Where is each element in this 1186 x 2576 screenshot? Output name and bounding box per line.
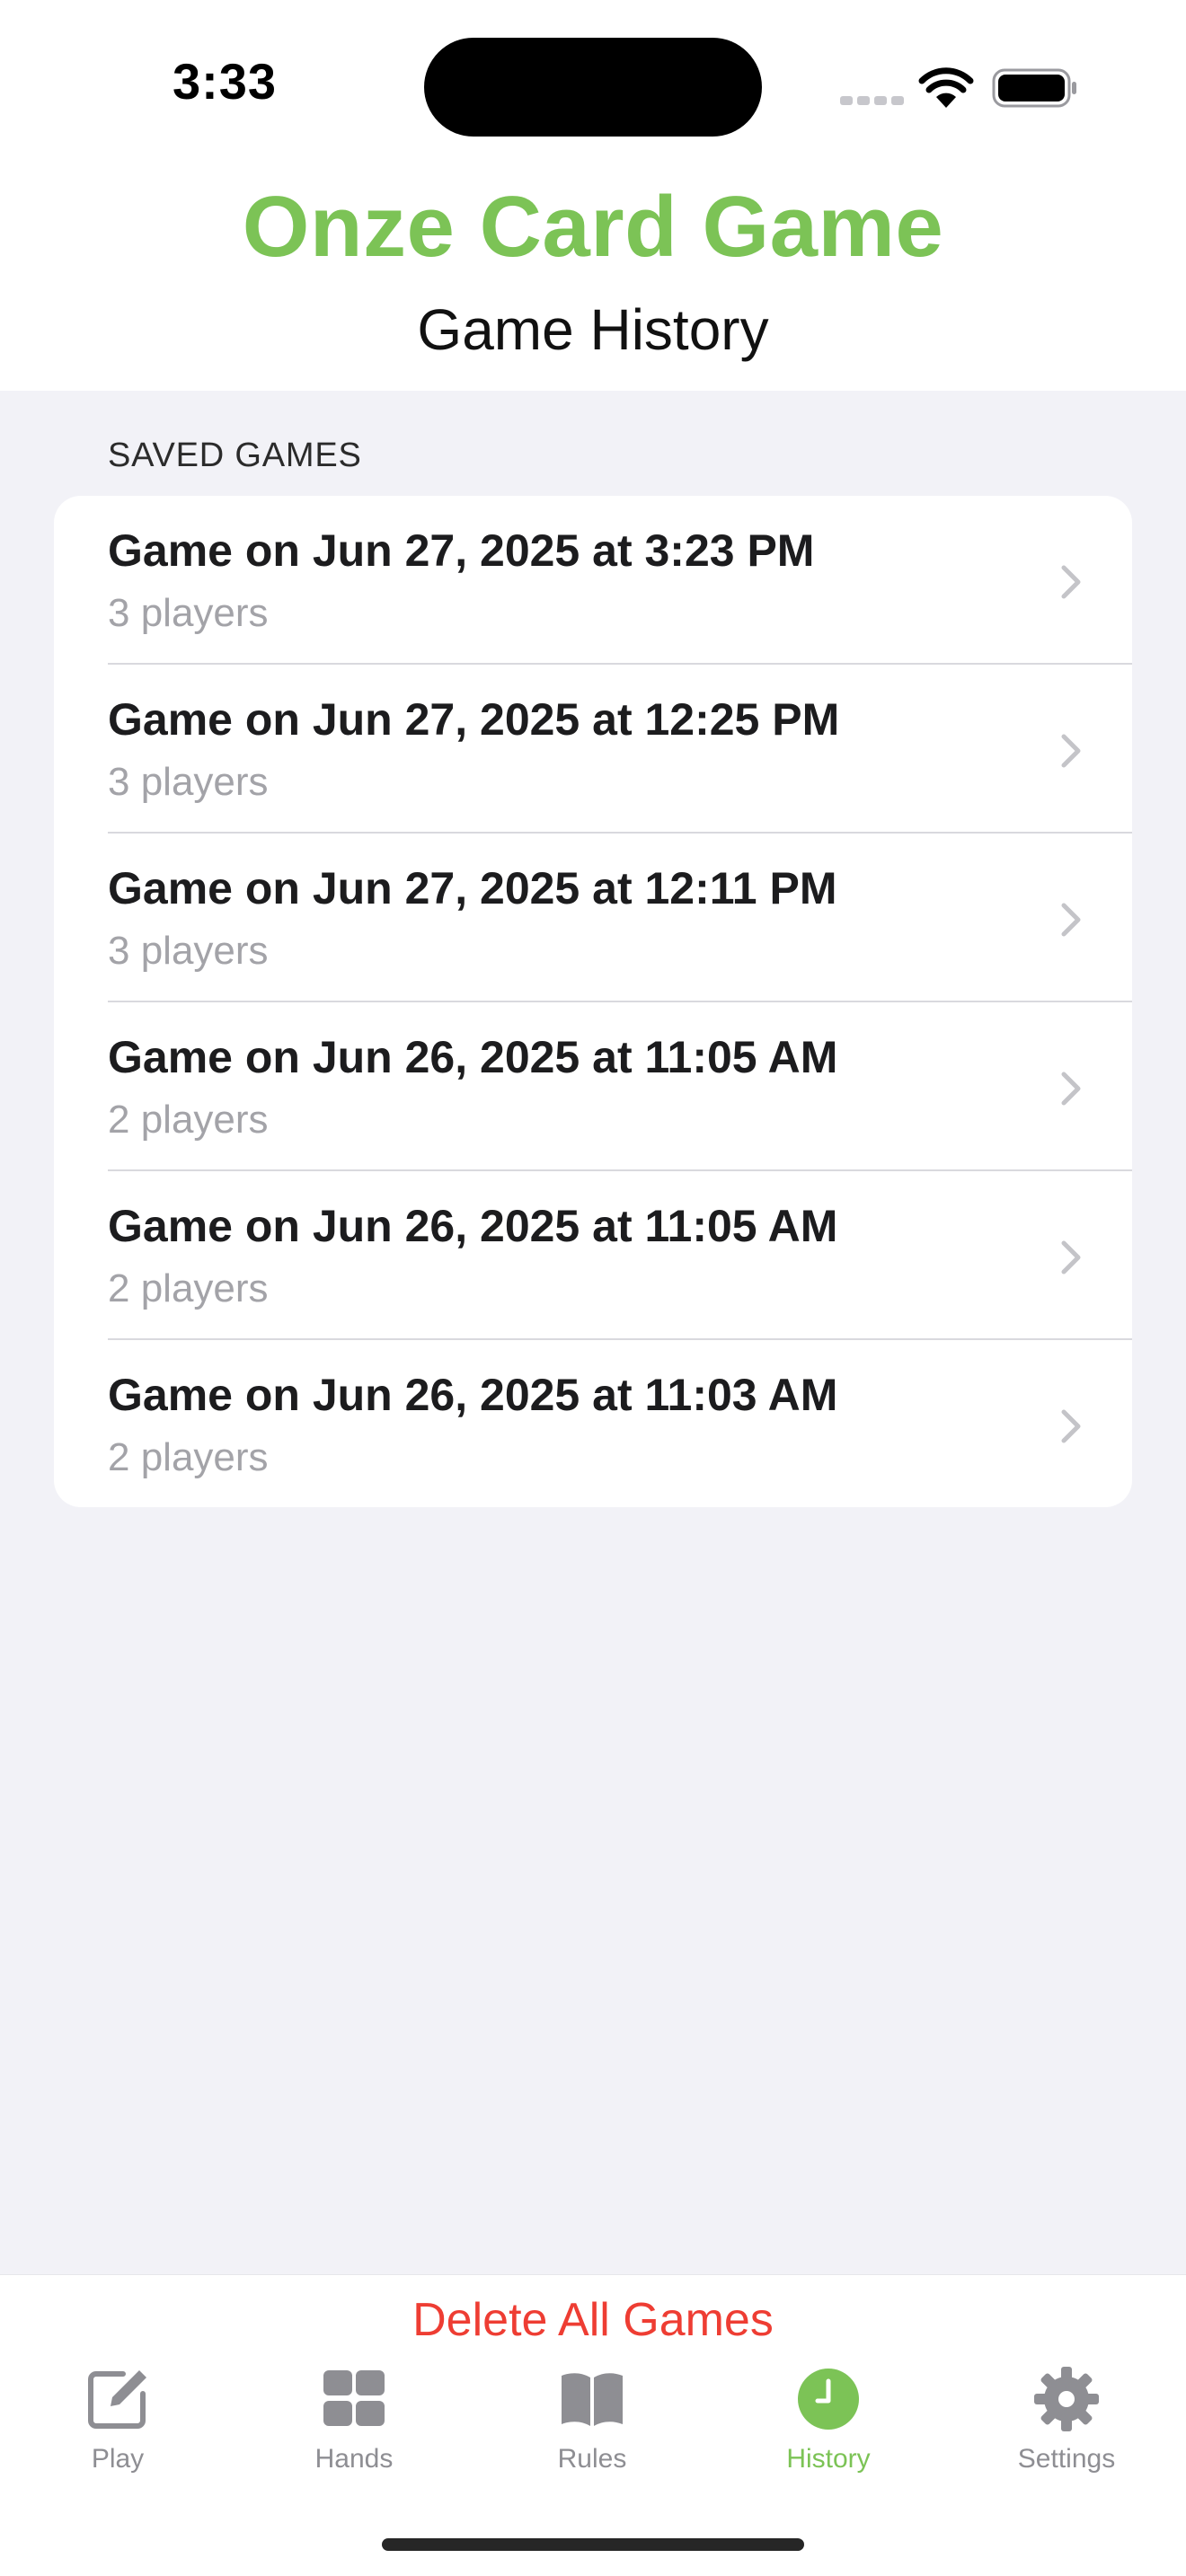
saved-games-list: Game on Jun 27, 2025 at 3:23 PM 3 player… [54, 496, 1132, 1507]
bottom-bar: Delete All Games Play Hands Rules Histor… [0, 2274, 1186, 2576]
tab-hands[interactable]: Hands [264, 2365, 444, 2475]
wifi-icon [918, 67, 974, 108]
screen: 3:33 Onze Card Game Game History SAVED G… [0, 0, 1186, 2576]
tab-settings[interactable]: Settings [977, 2365, 1156, 2475]
game-player-count: 2 players [108, 1435, 269, 1479]
grid-icon [323, 2370, 385, 2426]
chevron-right-icon [1061, 1409, 1081, 1443]
screen-title: Game History [417, 297, 769, 362]
chevron-right-icon [1061, 903, 1081, 937]
game-row[interactable]: Game on Jun 26, 2025 at 11:03 AM 2 playe… [54, 1340, 1132, 1507]
tab-rules[interactable]: Rules [502, 2365, 682, 2475]
chevron-right-icon [1061, 734, 1081, 768]
tab-label: History [786, 2444, 871, 2474]
game-title: Game on Jun 27, 2025 at 12:25 PM [108, 694, 840, 745]
tab-label: Rules [557, 2444, 627, 2474]
chevron-right-icon [1061, 1072, 1081, 1106]
game-row[interactable]: Game on Jun 27, 2025 at 12:25 PM 3 playe… [54, 665, 1132, 834]
game-title: Game on Jun 26, 2025 at 11:05 AM [108, 1201, 838, 1251]
tab-history[interactable]: History [739, 2365, 918, 2475]
battery-icon [992, 68, 1076, 108]
book-icon [562, 2373, 623, 2426]
game-player-count: 2 players [108, 1098, 269, 1142]
home-indicator [382, 2538, 804, 2551]
chevron-right-icon [1061, 565, 1081, 599]
game-player-count: 3 players [108, 591, 269, 635]
cellular-signal-icon [840, 93, 908, 110]
delete-all-games-button[interactable]: Delete All Games [323, 2293, 863, 2347]
game-row[interactable]: Game on Jun 27, 2025 at 3:23 PM 3 player… [54, 496, 1132, 665]
clock-icon [798, 2369, 859, 2430]
tab-label: Hands [314, 2444, 394, 2474]
chevron-right-icon [1061, 1240, 1081, 1275]
game-title: Game on Jun 27, 2025 at 12:11 PM [108, 863, 837, 913]
gear-icon [1034, 2367, 1099, 2431]
tab-label: Settings [1017, 2444, 1116, 2474]
game-title: Game on Jun 27, 2025 at 3:23 PM [108, 525, 815, 576]
game-player-count: 2 players [108, 1266, 269, 1310]
app-title: Onze Card Game [242, 179, 944, 275]
square-pencil-icon [88, 2370, 146, 2429]
tab-bar: Play Hands Rules History Settings [0, 2365, 1186, 2500]
game-row[interactable]: Game on Jun 26, 2025 at 11:05 AM 2 playe… [54, 1002, 1132, 1171]
tab-label: Play [91, 2444, 145, 2474]
game-row[interactable]: Game on Jun 27, 2025 at 12:11 PM 3 playe… [54, 834, 1132, 1002]
tab-play[interactable]: Play [28, 2365, 208, 2475]
header: Onze Card Game Game History [0, 162, 1186, 391]
status-time: 3:33 [172, 53, 278, 110]
status-bar: 3:33 [0, 0, 1186, 162]
game-title: Game on Jun 26, 2025 at 11:05 AM [108, 1032, 838, 1082]
section-header: SAVED GAMES [108, 437, 362, 474]
game-title: Game on Jun 26, 2025 at 11:03 AM [108, 1370, 838, 1420]
dynamic-island [424, 38, 762, 137]
game-player-count: 3 players [108, 760, 269, 804]
game-player-count: 3 players [108, 929, 269, 973]
game-row[interactable]: Game on Jun 26, 2025 at 11:05 AM 2 playe… [54, 1171, 1132, 1340]
